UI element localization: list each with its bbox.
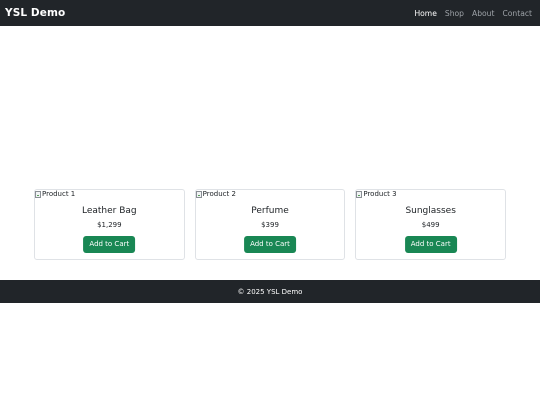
product-image-alt: Product 2	[202, 190, 236, 198]
product-image: Product 3	[356, 190, 397, 198]
product-card: Product 3 Sunglasses $499 Add to Cart	[355, 189, 507, 260]
broken-image-icon	[195, 190, 202, 198]
product-price: $399	[261, 221, 279, 229]
product-card: Product 1 Leather Bag $1,299 Add to Cart	[34, 189, 185, 260]
product-price: $1,299	[97, 221, 122, 229]
product-image-alt: Product 1	[42, 190, 76, 198]
add-to-cart-button[interactable]: Add to Cart	[83, 236, 136, 253]
product-image: Product 2	[195, 190, 236, 198]
product-price: $499	[421, 221, 440, 229]
brand-logo-link[interactable]: YSL Demo	[5, 7, 65, 19]
broken-image-icon	[356, 190, 363, 198]
footer-copyright: © 2025 YSL Demo	[237, 287, 303, 296]
nav-links: Home Shop About Contact	[414, 9, 532, 18]
product-grid: Product 1 Leather Bag $1,299 Add to Cart…	[34, 189, 507, 260]
footer: © 2025 YSL Demo	[0, 280, 540, 303]
product-name: Leather Bag	[82, 206, 137, 216]
product-image-alt: Product 3	[363, 190, 397, 198]
product-card: Product 2 Perfume $399 Add to Cart	[194, 189, 346, 260]
nav-link-about[interactable]: About	[472, 9, 494, 18]
navbar: YSL Demo Home Shop About Contact	[0, 0, 540, 26]
product-image: Product 1	[35, 190, 75, 198]
nav-link-contact[interactable]: Contact	[502, 9, 532, 18]
add-to-cart-button[interactable]: Add to Cart	[244, 236, 296, 253]
add-to-cart-button[interactable]: Add to Cart	[404, 236, 457, 253]
product-name: Perfume	[251, 206, 289, 216]
broken-image-icon	[35, 190, 41, 198]
nav-link-shop[interactable]: Shop	[445, 9, 464, 18]
product-name: Sunglasses	[405, 206, 456, 216]
nav-link-home[interactable]: Home	[414, 9, 436, 18]
